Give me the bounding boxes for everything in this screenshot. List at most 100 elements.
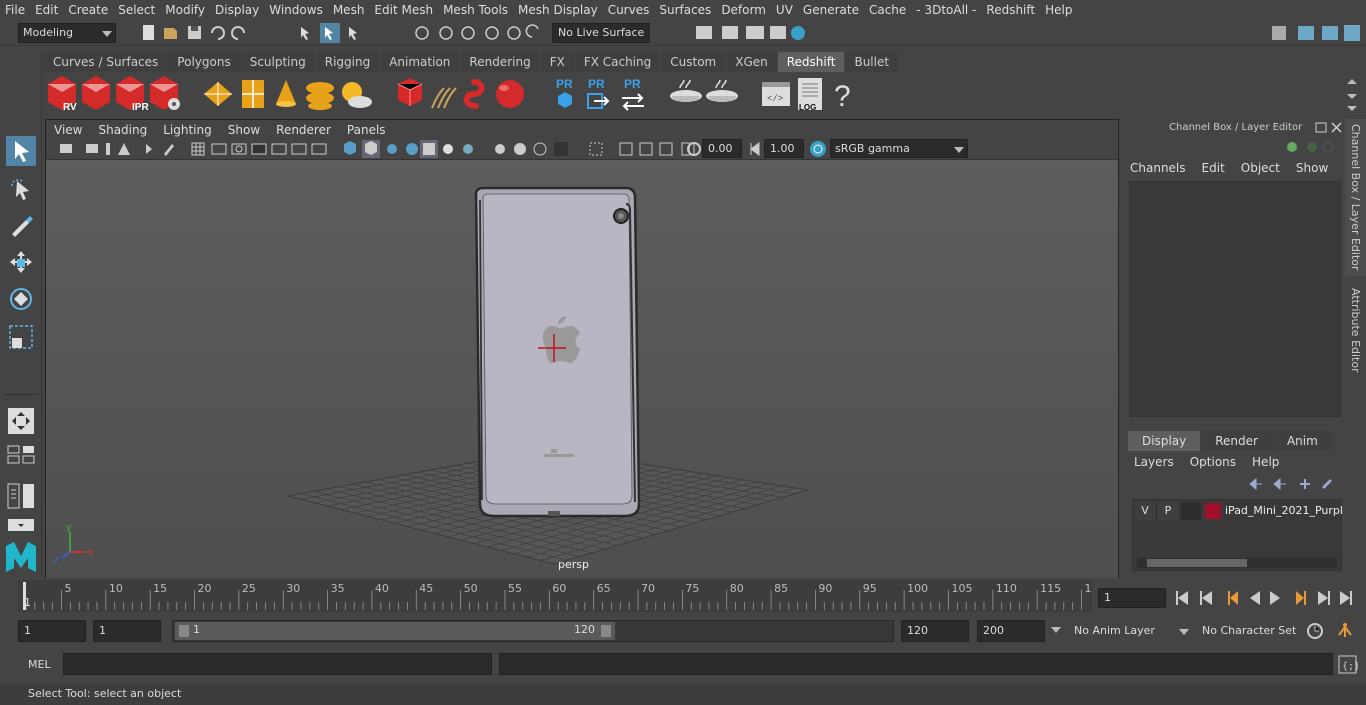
- viewport-menu-view[interactable]: View: [46, 123, 90, 137]
- playback-controls[interactable]: [1172, 587, 1358, 609]
- paint-select-tool-icon[interactable]: [6, 210, 36, 240]
- workspace-icons[interactable]: [1268, 23, 1364, 43]
- channel-box-menu-edit[interactable]: Edit: [1202, 161, 1225, 175]
- playback-end-field[interactable]: 120: [901, 620, 969, 642]
- viewport-menu-show[interactable]: Show: [220, 123, 268, 137]
- select-tool-icon[interactable]: [6, 136, 36, 166]
- viewport-menu-panels[interactable]: Panels: [339, 123, 394, 137]
- menu-generate[interactable]: Generate: [798, 3, 864, 17]
- lasso-tool-icon[interactable]: [6, 174, 36, 204]
- anim-layer-dropdown[interactable]: No Anim Layer: [1068, 620, 1190, 642]
- shelf-tab-curves-surfaces[interactable]: Curves / Surfaces: [44, 52, 168, 72]
- menu-curves[interactable]: Curves: [603, 3, 655, 17]
- layer-color-swatch[interactable]: [1205, 503, 1221, 519]
- range-options-dropdown[interactable]: [1050, 620, 1064, 642]
- menu-windows[interactable]: Windows: [264, 3, 328, 17]
- ipad-model[interactable]: [474, 186, 641, 518]
- channel-box-area[interactable]: [1129, 181, 1341, 417]
- render-icons[interactable]: [672, 23, 822, 43]
- shelf-tab-animation[interactable]: Animation: [380, 52, 460, 72]
- layer-reference-toggle[interactable]: [1181, 502, 1201, 520]
- layer-tab-anim[interactable]: Anim: [1272, 431, 1332, 451]
- menu-mesh-display[interactable]: Mesh Display: [513, 3, 603, 17]
- menu-deform[interactable]: Deform: [716, 3, 771, 17]
- side-tab-channel-box[interactable]: Channel Box / Layer Editor: [1345, 119, 1366, 276]
- render-view-buttons[interactable]: RV IPR: [44, 74, 194, 114]
- menu-3dtoall[interactable]: - 3DtoAll -: [911, 3, 981, 17]
- shelf-tab-fx-caching[interactable]: FX Caching: [574, 52, 661, 72]
- shelf-tab-rendering[interactable]: Rendering: [460, 52, 540, 72]
- shelf-tab-polygons[interactable]: Polygons: [168, 52, 240, 72]
- live-surface-field[interactable]: No Live Surface: [552, 23, 650, 43]
- menu-edit-mesh[interactable]: Edit Mesh: [369, 3, 438, 17]
- current-frame-field[interactable]: 1: [1098, 588, 1166, 608]
- viewport-menu-lighting[interactable]: Lighting: [155, 123, 220, 137]
- layer-menu-layers[interactable]: Layers: [1134, 455, 1174, 469]
- shelf-tab-rigging[interactable]: Rigging: [315, 52, 380, 72]
- playback-start-field[interactable]: 1: [93, 620, 161, 642]
- range-slider[interactable]: 1 120: [172, 620, 894, 642]
- utility-buttons[interactable]: </> LOG ?: [758, 74, 868, 114]
- light-buttons[interactable]: [200, 74, 375, 114]
- layer-visibility-toggle[interactable]: V: [1135, 502, 1155, 520]
- object-buttons[interactable]: [392, 74, 532, 114]
- channel-box-menu-show[interactable]: Show: [1296, 161, 1328, 175]
- color-management-icon[interactable]: [809, 140, 827, 158]
- proxy-buttons[interactable]: PR PR PR: [548, 74, 658, 114]
- end-time-field[interactable]: 200: [977, 620, 1045, 642]
- shelf-tab-fx[interactable]: FX: [540, 52, 574, 72]
- gamma-icon[interactable]: [748, 141, 762, 157]
- scale-tool-icon[interactable]: [6, 322, 36, 352]
- color-space-dropdown[interactable]: sRGB gamma: [830, 139, 968, 158]
- rotate-tool-icon[interactable]: [6, 284, 36, 314]
- exposure-field[interactable]: 0.00: [702, 139, 742, 158]
- menu-uv[interactable]: UV: [771, 3, 798, 17]
- show-manipulator-icon[interactable]: [6, 406, 36, 436]
- menu-file[interactable]: File: [0, 3, 30, 17]
- start-time-field[interactable]: 1: [18, 620, 86, 642]
- layout-quad-icon[interactable]: [6, 444, 38, 464]
- menu-create[interactable]: Create: [63, 3, 113, 17]
- menu-edit[interactable]: Edit: [30, 3, 63, 17]
- menu-select[interactable]: Select: [113, 3, 160, 17]
- selection-mode-icons[interactable]: [296, 23, 376, 43]
- time-slider[interactable]: 5 10 15 20 25 30 35 40 45 50 55 60 65 70 75 80 85 90 95 100…: [18, 580, 1092, 612]
- shelf-tab-custom[interactable]: Custom: [661, 52, 726, 72]
- menu-modify[interactable]: Modify: [160, 3, 210, 17]
- bake-buttons[interactable]: [666, 74, 746, 114]
- layer-menu-options[interactable]: Options: [1190, 455, 1236, 469]
- menu-help[interactable]: Help: [1040, 3, 1077, 17]
- menu-surfaces[interactable]: Surfaces: [654, 3, 716, 17]
- layer-scrollbar[interactable]: [1137, 558, 1337, 568]
- side-tab-attribute-editor[interactable]: Attribute Editor: [1345, 280, 1366, 380]
- shelf-tab-redshift[interactable]: Redshift: [777, 52, 845, 72]
- layer-row[interactable]: V P iPad_Mini_2021_Purple: [1133, 502, 1343, 520]
- layout-two-pane-icon[interactable]: [6, 482, 38, 512]
- current-time-marker[interactable]: [23, 582, 26, 610]
- layer-playback-toggle[interactable]: P: [1158, 502, 1178, 520]
- viewport-canvas[interactable]: x y z persp: [46, 160, 1118, 578]
- panel-float-close-icons[interactable]: [1314, 121, 1344, 135]
- viewport-toolbar-icons[interactable]: [50, 140, 690, 158]
- move-tool-icon[interactable]: [6, 248, 36, 278]
- menu-display[interactable]: Display: [210, 3, 264, 17]
- range-slider-handle[interactable]: 1 120: [175, 622, 615, 640]
- channel-box-mini-icons[interactable]: [1284, 139, 1334, 155]
- anim-prefs-icons[interactable]: [1305, 621, 1361, 641]
- exposure-icon[interactable]: [686, 141, 702, 157]
- menu-mesh-tools[interactable]: Mesh Tools: [438, 3, 513, 17]
- menu-mesh[interactable]: Mesh: [328, 3, 370, 17]
- layer-name[interactable]: iPad_Mini_2021_Purple: [1225, 502, 1343, 520]
- menu-cache[interactable]: Cache: [864, 3, 911, 17]
- layout-single-icon[interactable]: [6, 518, 38, 532]
- mel-label[interactable]: MEL: [28, 656, 51, 674]
- file-tools-icons[interactable]: [140, 24, 260, 42]
- viewport-menu-shading[interactable]: Shading: [90, 123, 155, 137]
- mode-selector[interactable]: Modeling: [18, 23, 116, 43]
- character-set-dropdown[interactable]: No Character Set: [1196, 620, 1298, 642]
- layer-tab-render[interactable]: Render: [1201, 431, 1272, 451]
- gamma-field[interactable]: 1.00: [764, 139, 804, 158]
- channel-box-menu-object[interactable]: Object: [1241, 161, 1280, 175]
- snap-icons[interactable]: [412, 23, 552, 43]
- layer-menu-help[interactable]: Help: [1252, 455, 1279, 469]
